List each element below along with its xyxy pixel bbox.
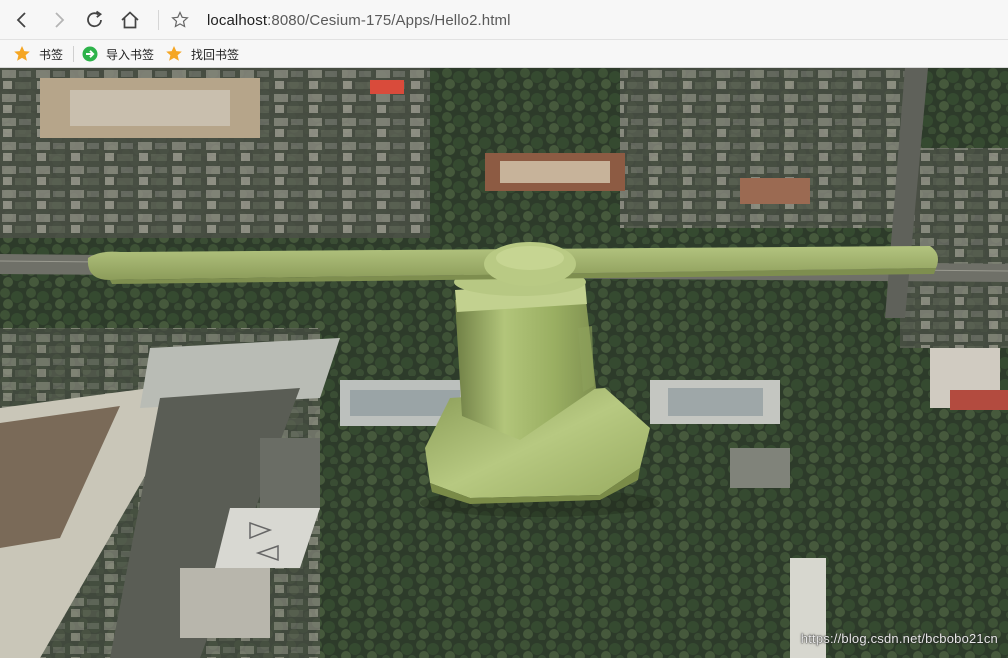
bookmark-label: 导入书签	[106, 47, 155, 62]
building-roof	[260, 438, 320, 508]
url-host: localhost	[207, 12, 268, 29]
bookmarks-separator	[73, 46, 74, 62]
reload-button[interactable]	[82, 7, 108, 33]
red-roof	[740, 178, 810, 204]
cesium-viewer[interactable]: https://blog.csdn.net/bcbobo21cn	[0, 68, 1008, 658]
globe-scene[interactable]	[0, 68, 1008, 658]
building-roof	[668, 388, 763, 416]
temple-compound	[500, 161, 610, 183]
import-arrow-icon	[82, 46, 98, 62]
back-button[interactable]	[9, 7, 35, 33]
bookmark-item-bookmarks[interactable]: 书签	[13, 44, 63, 64]
url-text[interactable]: localhost:8080/Cesium-175/Apps/Hello2.ht…	[207, 12, 511, 29]
arrow-left-icon	[16, 12, 26, 28]
bookmarks-bar: 书签 导入书签 找回书签	[0, 40, 1008, 68]
building-roof	[730, 448, 790, 488]
palace-courtyard	[70, 90, 230, 126]
red-roof	[950, 390, 1008, 410]
building-roof	[180, 568, 270, 638]
forward-button[interactable]	[46, 7, 72, 33]
star-icon	[166, 46, 182, 61]
home-icon	[121, 11, 139, 29]
browser-toolbar: localhost:8080/Cesium-175/Apps/Hello2.ht…	[0, 0, 1008, 40]
star-icon	[14, 46, 30, 61]
bookmark-label: 书签	[39, 47, 64, 62]
arrow-right-icon	[55, 12, 65, 28]
star-outline-icon[interactable]	[171, 11, 189, 29]
reload-icon	[87, 10, 103, 28]
bookmark-item-import[interactable]: 导入书签	[82, 44, 154, 64]
model-hub-top	[496, 246, 564, 270]
watermark: https://blog.csdn.net/bcbobo21cn	[800, 631, 998, 646]
bookmark-item-recover[interactable]: 找回书签	[165, 44, 239, 64]
toolbar-separator	[158, 10, 159, 30]
url-path: :8080/Cesium-175/Apps/Hello2.html	[267, 12, 511, 29]
red-roof	[370, 80, 404, 94]
address-bar[interactable]: localhost:8080/Cesium-175/Apps/Hello2.ht…	[166, 6, 996, 34]
home-button[interactable]	[117, 7, 143, 33]
bookmark-label: 找回书签	[191, 47, 240, 62]
